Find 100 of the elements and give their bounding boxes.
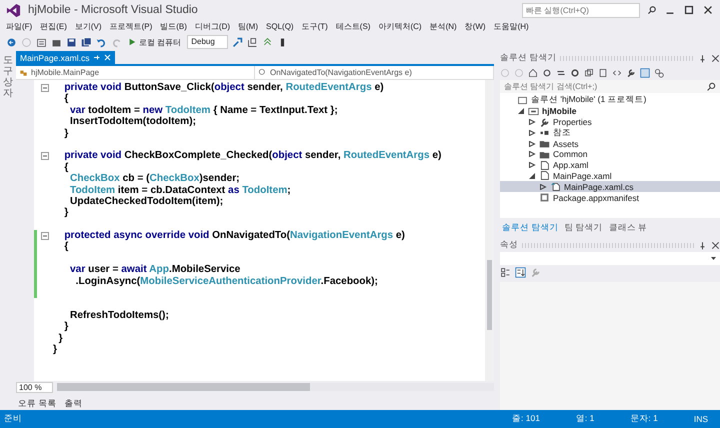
save-icon[interactable] (66, 36, 77, 48)
panel-tab[interactable]: 솔루션 탐색기 (502, 222, 558, 234)
wrench-icon (539, 116, 550, 128)
code-line: RefreshTodoItems(); (68, 310, 169, 322)
code-line: UpdateCheckedTodoItem(item); (68, 196, 224, 208)
search-icon[interactable] (647, 5, 657, 15)
pin-icon[interactable] (698, 240, 707, 250)
tree-item[interactable]: App.xaml (500, 160, 720, 171)
vertical-scrollbar[interactable] (485, 80, 494, 381)
folder-icon (539, 138, 550, 150)
code-line: { (63, 93, 68, 105)
undo-icon[interactable] (96, 36, 107, 48)
package-icon (539, 192, 550, 204)
panel-tab[interactable]: 오류 목록 (18, 398, 56, 410)
tree-item[interactable]: MainPage.xaml (500, 170, 720, 182)
configuration-dropdown[interactable]: Debug (187, 35, 228, 49)
collapsed-arrow-icon[interactable] (528, 151, 536, 158)
menu-item[interactable]: 도구(T) (302, 21, 328, 32)
refresh-icon[interactable] (570, 68, 580, 78)
pin-icon[interactable] (93, 54, 100, 61)
collapsed-arrow-icon[interactable] (528, 162, 536, 168)
show-all-icon[interactable] (598, 68, 608, 78)
project-icon (528, 106, 539, 117)
method-icon (258, 68, 267, 77)
tree-item[interactable]: 참조 (500, 127, 720, 138)
tree-item[interactable]: hjMobile (500, 106, 720, 117)
toolbox-tab[interactable]: 도구 상자 (3, 55, 13, 410)
save-all-icon[interactable] (81, 36, 92, 48)
pin-icon[interactable] (698, 54, 707, 62)
categorized-icon[interactable] (500, 267, 511, 278)
code-line: InsertTodoItem(todoItem); (68, 116, 196, 128)
menu-item[interactable]: 아키텍처(C) (378, 21, 422, 32)
collapsed-arrow-icon[interactable] (528, 130, 536, 136)
collapsed-arrow-icon[interactable] (539, 184, 547, 190)
column-number: 열: 1 (576, 413, 594, 425)
close-icon[interactable] (711, 240, 720, 250)
preview-icon[interactable] (640, 68, 650, 78)
horizontal-scrollbar[interactable] (56, 383, 494, 391)
code-line: { (63, 162, 68, 174)
close-icon[interactable] (711, 54, 720, 62)
menu-item[interactable]: 파일(F) (6, 21, 32, 32)
history-icon[interactable] (542, 68, 552, 78)
menu-item[interactable]: 창(W) (464, 21, 486, 32)
maximize-icon[interactable] (683, 4, 695, 16)
expanded-arrow-icon[interactable] (517, 108, 525, 114)
document-tab[interactable]: MainPage.xaml.cs (16, 51, 116, 64)
wrench-icon[interactable] (626, 68, 636, 78)
panel-tab[interactable]: 출력 (64, 398, 82, 410)
caret-icon (711, 257, 716, 260)
collapse-all-icon[interactable] (584, 68, 594, 78)
class-icon (19, 68, 28, 77)
member-dropdown[interactable]: OnNavigatedTo(NavigationEventArgs e) (255, 66, 494, 79)
code-line: } (58, 332, 63, 344)
close-icon[interactable] (702, 4, 714, 16)
search-icon[interactable] (707, 82, 716, 91)
collapse-icon[interactable] (41, 152, 49, 160)
file-icon (539, 170, 550, 182)
tree-item[interactable]: MainPage.xaml.cs (500, 181, 720, 192)
menu-item[interactable]: 프로젝트(P) (110, 21, 152, 32)
collapse-icon[interactable] (41, 232, 49, 240)
home-icon[interactable] (528, 68, 538, 78)
menu-item[interactable]: 디버그(D) (194, 21, 230, 32)
back-icon[interactable] (6, 36, 17, 48)
zoom-dropdown[interactable]: 100 % (16, 382, 53, 392)
alphabetical-icon[interactable] (515, 267, 526, 278)
run-button[interactable]: 로컬 컴퓨터 (126, 36, 184, 48)
panel-tab[interactable]: 클래스 뷰 (608, 222, 648, 234)
menu-item[interactable]: 편집(E) (40, 21, 67, 32)
quick-launch-field[interactable]: 빠른 실행(Ctrl+Q) (522, 2, 640, 18)
layout-icon[interactable] (246, 36, 258, 48)
new-project-icon[interactable] (36, 36, 47, 48)
tree-item[interactable]: Properties (500, 116, 720, 128)
type-dropdown[interactable]: hjMobile.MainPage (16, 66, 255, 79)
attach-icon[interactable] (232, 36, 243, 48)
tree-item[interactable]: Common (500, 148, 720, 160)
code-line: TodoItem item = cb.DataContext as TodoItem; (68, 184, 291, 196)
tree-item[interactable]: Assets (500, 138, 720, 149)
code-icon[interactable] (612, 68, 622, 78)
panel-tab[interactable]: 팀 탐색기 (564, 222, 603, 234)
bookmark-icon[interactable] (262, 36, 273, 48)
collapsed-arrow-icon[interactable] (528, 140, 536, 147)
character-number: 문자: 1 (630, 413, 658, 425)
expanded-arrow-icon[interactable] (528, 172, 536, 179)
menu-item[interactable]: 도움말(H) (494, 21, 529, 32)
code-line: } (63, 128, 68, 139)
menu-item[interactable]: 보기(V) (74, 21, 102, 32)
menu-item[interactable]: SQL(Q) (266, 22, 294, 31)
collapse-icon[interactable] (41, 84, 49, 92)
code-line: } (63, 321, 68, 333)
code-line: private void ButtonSave_Click(object sender, RoutedEventArgs e) (63, 82, 384, 94)
menu-item[interactable]: 팀(M) (238, 21, 258, 32)
collapsed-arrow-icon[interactable] (528, 118, 536, 125)
class-diagram-icon[interactable] (654, 68, 664, 78)
status-text: 준비 (4, 413, 22, 425)
tree-item[interactable]: 솔루션 'hjMobile' (1 프로젝트) (500, 95, 720, 106)
menu-item[interactable]: 테스트(S) (336, 21, 370, 32)
menu-item[interactable]: 빌드(B) (160, 21, 187, 32)
menu-item[interactable]: 분석(N) (430, 21, 457, 32)
panel-title: 속성 (500, 239, 518, 251)
tree-item[interactable]: Package.appxmanifest (500, 192, 720, 203)
